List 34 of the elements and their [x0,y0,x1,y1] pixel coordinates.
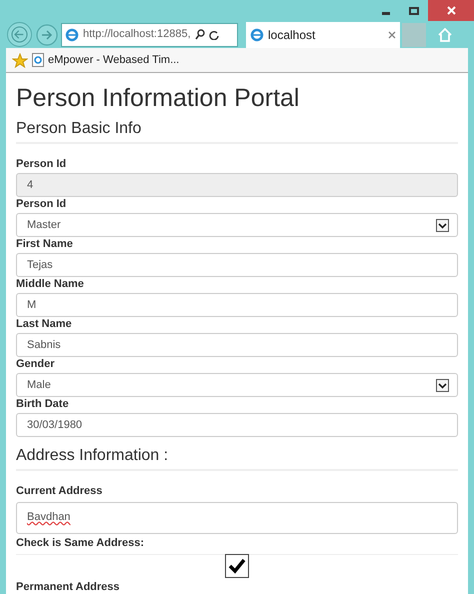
field-label: Person Id [16,157,68,171]
close-icon[interactable] [388,30,396,39]
text-field[interactable]: 30/03/1980 [16,413,458,437]
address-bar[interactable]: http://localhost:12885, [61,22,238,47]
field-label: Birth Date [16,397,70,411]
address-field[interactable]: Bavdhan [16,502,458,534]
dropdown-field[interactable]: Male [16,373,458,397]
field-label: Middle Name [16,277,85,291]
favorites-star-icon[interactable] [12,52,28,68]
field-label: Permanent Address [16,580,121,594]
close-button[interactable] [428,0,474,22]
text-field[interactable]: Sabnis [16,333,458,357]
field-label: Last Name [16,317,73,331]
section-heading: Person Basic Info [16,119,458,144]
close-icon [446,6,456,16]
page-title: Person Information Portal [16,83,300,113]
field-label: Gender [16,357,56,371]
field-label: Person Id [16,197,68,211]
browser-icon [65,28,79,42]
field-label: Current Address [16,484,104,498]
section-heading: Address Information : [16,446,458,471]
browser-icon [250,28,264,42]
field-label: Check is Same Address: [16,536,145,550]
dropdown-field[interactable]: Master [16,213,458,237]
field-label: First Name [16,237,74,251]
page-icon [32,53,44,68]
search-icon[interactable] [194,29,205,40]
checkbox[interactable] [225,554,249,578]
text-field[interactable]: M [16,293,458,317]
checkmark-icon [228,558,246,574]
text-field[interactable]: Tejas [16,253,458,277]
refresh-icon[interactable] [208,30,219,40]
person-id-field[interactable]: 4 [16,173,458,197]
browser-tab[interactable]: localhost [246,22,400,48]
